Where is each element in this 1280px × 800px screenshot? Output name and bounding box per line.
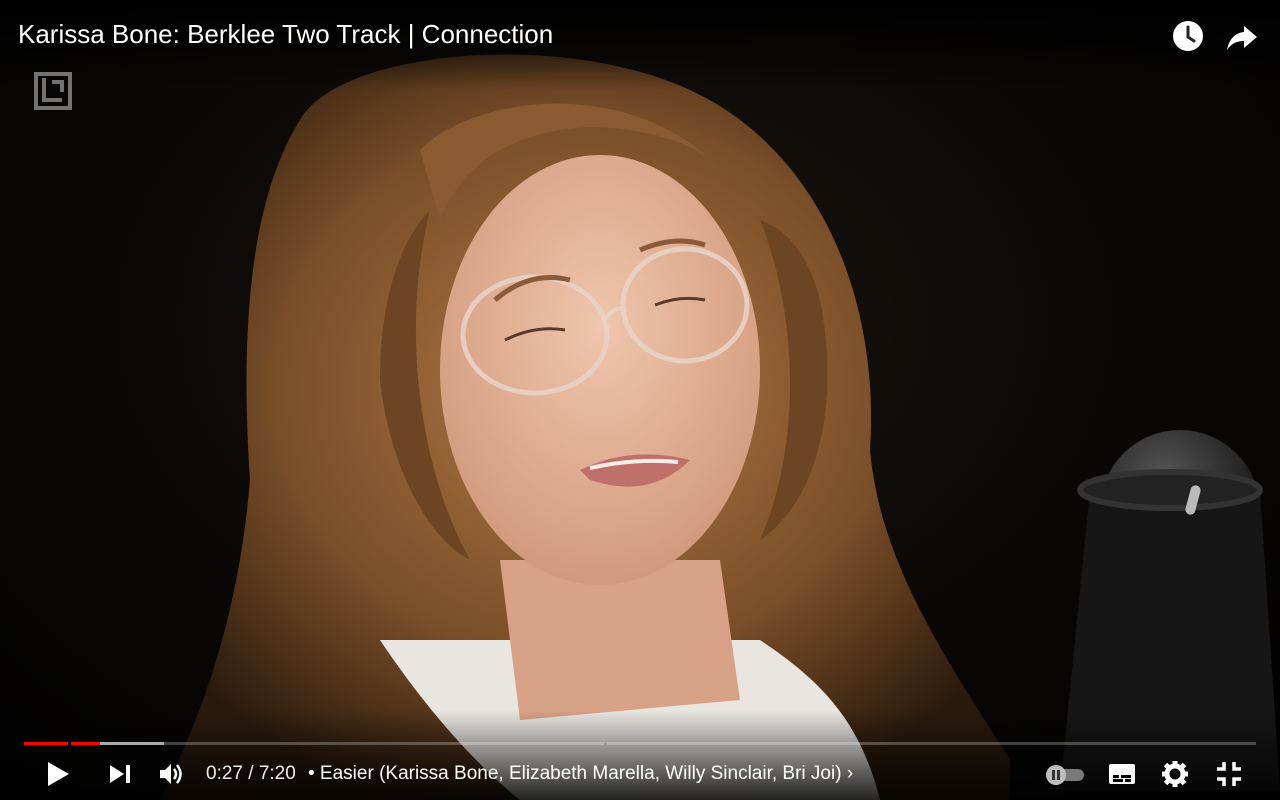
play-icon[interactable] xyxy=(38,752,78,796)
subtitles-icon[interactable] xyxy=(1102,752,1142,796)
chapter-title[interactable]: • Easier (Karissa Bone, Elizabeth Marell… xyxy=(308,763,853,785)
player-controls: 0:27 / 7:20 • Easier (Karissa Bone, Eliz… xyxy=(0,752,1280,796)
clock-icon[interactable] xyxy=(1170,18,1206,54)
chapter-segment[interactable] xyxy=(71,742,604,745)
video-title[interactable]: Karissa Bone: Berklee Two Track | Connec… xyxy=(18,19,553,50)
video-content xyxy=(160,54,1280,800)
played-bar xyxy=(71,742,100,745)
chapter-segment[interactable] xyxy=(607,742,1256,745)
berklee-logo-icon xyxy=(34,72,72,110)
next-icon[interactable] xyxy=(100,752,140,796)
volume-icon[interactable] xyxy=(152,752,192,796)
chapter-title-text: • Easier (Karissa Bone, Elizabeth Marell… xyxy=(308,763,842,784)
video-frame[interactable] xyxy=(0,0,1280,800)
autoplay-toggle-icon[interactable] xyxy=(1040,752,1088,796)
progress-bar[interactable] xyxy=(24,742,1256,747)
chapter-segment[interactable] xyxy=(24,742,68,745)
share-arrow-icon[interactable] xyxy=(1224,18,1260,54)
gear-icon[interactable] xyxy=(1155,752,1195,796)
time-display: 0:27 / 7:20 xyxy=(206,763,296,784)
exit-fullscreen-icon[interactable] xyxy=(1209,752,1249,796)
chevron-right-icon: › xyxy=(846,763,854,784)
